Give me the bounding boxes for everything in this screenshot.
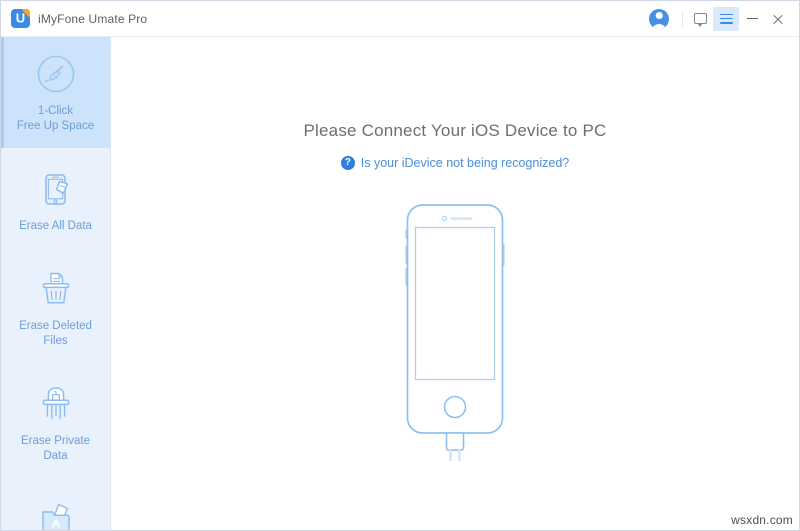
user-avatar-icon bbox=[649, 8, 669, 29]
titlebar: U iMyFone Umate Pro bbox=[1, 1, 799, 37]
help-link-label: Is your iDevice not being recognized? bbox=[360, 156, 570, 170]
app-window: U iMyFone Umate Pro 1-Click Free Up Spac… bbox=[0, 0, 800, 531]
menu-button[interactable] bbox=[713, 6, 739, 31]
minimize-icon bbox=[746, 17, 758, 20]
shredder-icon bbox=[34, 383, 78, 425]
app-title: iMyFone Umate Pro bbox=[38, 11, 148, 26]
sidebar-item-one-click-free-up-space[interactable]: 1-Click Free Up Space bbox=[1, 37, 110, 148]
close-button[interactable] bbox=[765, 7, 791, 31]
chat-bubble-icon bbox=[693, 13, 707, 27]
sidebar-item-label: 1-Click Free Up Space bbox=[16, 105, 95, 132]
broom-circle-icon bbox=[34, 53, 78, 95]
phone-erase-icon bbox=[34, 168, 78, 210]
umate-app-icon: U bbox=[11, 9, 30, 28]
site-watermark: wsxdn.com bbox=[731, 513, 793, 527]
sidebar-item-label: Erase All Data bbox=[19, 220, 92, 232]
sidebar-item-erase-all-data[interactable]: Erase All Data bbox=[1, 148, 110, 246]
main-content: Please Connect Your iOS Device to PC ? I… bbox=[111, 37, 799, 530]
app-folder-icon bbox=[34, 498, 78, 530]
sidebar-item-label: Erase Deleted Files bbox=[19, 320, 92, 347]
account-avatar-button[interactable] bbox=[644, 4, 674, 34]
titlebar-left-group: U iMyFone Umate Pro bbox=[11, 9, 147, 28]
iphone-illustration bbox=[395, 196, 515, 463]
sidebar: 1-Click Free Up Space Erase All Data Era… bbox=[1, 37, 111, 530]
sidebar-item-label: Erase Private Data bbox=[20, 435, 91, 462]
close-icon bbox=[772, 13, 784, 25]
sidebar-item-erase-deleted-files[interactable]: Erase Deleted Files bbox=[1, 246, 110, 361]
app-icon-letter: U bbox=[15, 10, 26, 26]
sidebar-item-erase-private-fragments[interactable]: Erase Private Fragments bbox=[1, 476, 110, 530]
sidebar-item-erase-private-data[interactable]: Erase Private Data bbox=[1, 361, 110, 476]
hamburger-menu-icon bbox=[719, 13, 733, 24]
page-title: Please Connect Your iOS Device to PC bbox=[303, 121, 607, 140]
question-mark-icon: ? bbox=[340, 156, 355, 170]
titlebar-right-group bbox=[644, 4, 791, 34]
minimize-button[interactable] bbox=[739, 7, 765, 31]
feedback-button[interactable] bbox=[687, 7, 713, 31]
trash-document-icon bbox=[34, 268, 78, 310]
body-area: 1-Click Free Up Space Erase All Data Era… bbox=[1, 37, 799, 530]
titlebar-divider bbox=[682, 10, 683, 27]
device-not-recognized-link[interactable]: ? Is your iDevice not being recognized? bbox=[340, 156, 570, 170]
